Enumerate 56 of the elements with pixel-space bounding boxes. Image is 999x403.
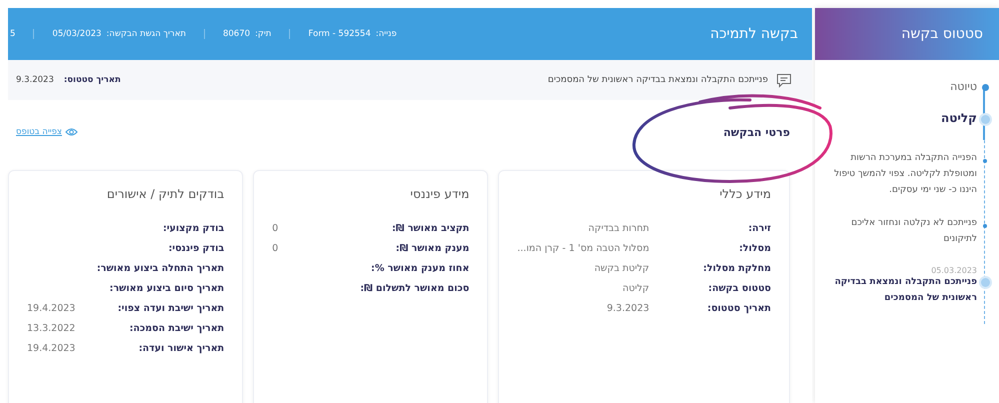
timeline-dot-icon <box>982 84 989 91</box>
field-value: 13.3.2022 <box>27 323 76 334</box>
page-title: בקשה לתמיכה <box>709 26 798 42</box>
timeline-stage: קליטה <box>940 111 977 125</box>
field-label: סטטוס בקשה: <box>707 283 771 294</box>
field-value: תחרות בבדיקה <box>587 223 650 234</box>
field-label: תאריך התחלה ביצוע מאושר: <box>96 263 224 274</box>
view-form-link[interactable]: צפייה בטופס <box>16 127 78 137</box>
field-label: תאריך סטטוס: <box>706 303 771 314</box>
field-value: 19.4.2023 <box>27 303 76 314</box>
field-label: זירה: <box>747 223 771 234</box>
card-title: מידע כללי <box>718 187 771 201</box>
timeline-dot-icon <box>983 159 987 163</box>
timeline-note: הפנייה התקבלה במערכת הרשות ומטופלת לקליטה. צפוי להמשך טיפול היננו כ- שני ימי עסקים. <box>833 152 977 196</box>
field-value: 9.3.2023 <box>606 303 650 314</box>
card-title: מידע פיננסי <box>409 187 470 201</box>
field-label: בודק פיננסי: <box>167 243 224 254</box>
timeline-stage: טיוטה <box>949 80 977 93</box>
field-label: מסלול: <box>738 243 771 254</box>
field-value: 19.4.2023 <box>27 343 76 354</box>
status-date-value: 9.3.2023 <box>16 75 54 85</box>
notice-message: פנייתכם התקבלה ונמצאת בבדיקה ראשונית של המסמכים <box>548 75 768 85</box>
section-title: פרטי הבקשה <box>723 126 790 138</box>
meta-value: 80670 <box>222 29 250 39</box>
eye-icon <box>64 127 78 137</box>
field-label: תאריך ישיבת הסמכה: <box>128 323 224 334</box>
field-label: תאריך ישיבת ועדה צפוי: <box>116 303 224 314</box>
field-label: מחלקת מסלול: <box>703 263 771 274</box>
field-value: מסלול הטבה מס' 1 - קרן המו... <box>517 243 650 254</box>
chat-icon <box>776 72 792 88</box>
meta-label: פנייה: <box>376 29 397 39</box>
meta-value: 05/03/2023 <box>52 29 102 39</box>
field-label: סכום מאושר לתשלום ₪: <box>359 283 470 294</box>
timeline-note: פנייתכם לא נקלטה ונחזור אליכם לתיקונים <box>850 217 977 246</box>
timeline-dot-icon <box>981 115 990 124</box>
field-label: אחוז מענק מאושר %: <box>370 263 470 274</box>
field-label: תקציב מאושר ₪: <box>391 223 470 234</box>
field-value: קליטה <box>622 283 650 294</box>
meta-label: תאריך הגשת הבקשה: <box>106 29 186 39</box>
sidebar-header: סטטוס בקשה <box>815 8 999 60</box>
meta-value: Form - 592554 <box>308 29 371 39</box>
card-title: בודקים לתיק / אישורים <box>106 187 224 201</box>
field-label: תאריך סיום ביצוע מאושר: <box>108 283 224 294</box>
field-label: תאריך אישור ועדה: <box>138 343 224 354</box>
field-value: 0 <box>272 223 278 234</box>
timeline-event: פנייתכם התקבלה ונמצאת בבדיקה ראשונית של המסמכים <box>834 276 977 304</box>
timeline-dot-icon <box>983 224 987 228</box>
timeline-dot-icon <box>981 278 990 287</box>
field-value: קליטת בקשה <box>593 263 650 274</box>
meta-value: 5 <box>10 29 16 39</box>
status-date-label: תאריך סטטוס: <box>64 75 121 85</box>
field-value: 0 <box>272 243 278 254</box>
meta-label: תיק: <box>255 29 272 39</box>
timeline-date: 05.03.2023 <box>930 266 977 275</box>
field-label: בודק מקצועי: <box>162 223 224 234</box>
field-label: מענק מאושר ₪: <box>394 243 470 254</box>
